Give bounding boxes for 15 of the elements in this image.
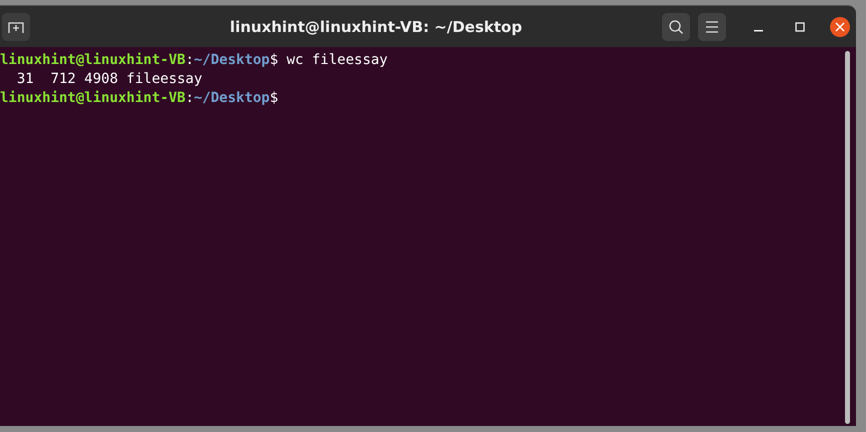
close-icon	[835, 22, 845, 32]
search-icon	[668, 18, 684, 34]
terminal-line: linuxhint@linuxhint-VB:~/Desktop$ wc fileessay	[0, 51, 388, 70]
terminal-line: linuxhint@linuxhint-VB:~/Desktop$	[0, 89, 278, 108]
close-button[interactable]	[830, 16, 850, 36]
new-tab-button[interactable]	[2, 12, 30, 40]
maximize-icon	[795, 22, 805, 32]
terminal-line: 31 712 4908 fileessay	[16, 70, 202, 89]
menu-icon	[705, 20, 719, 32]
window-title: linuxhint@linuxhint-VB: ~/Desktop	[228, 18, 524, 36]
minimize-icon	[754, 30, 762, 32]
menu-button[interactable]	[698, 12, 726, 40]
new-tab-icon	[8, 20, 24, 34]
scrollbar[interactable]	[845, 51, 850, 424]
search-button[interactable]	[662, 12, 690, 40]
